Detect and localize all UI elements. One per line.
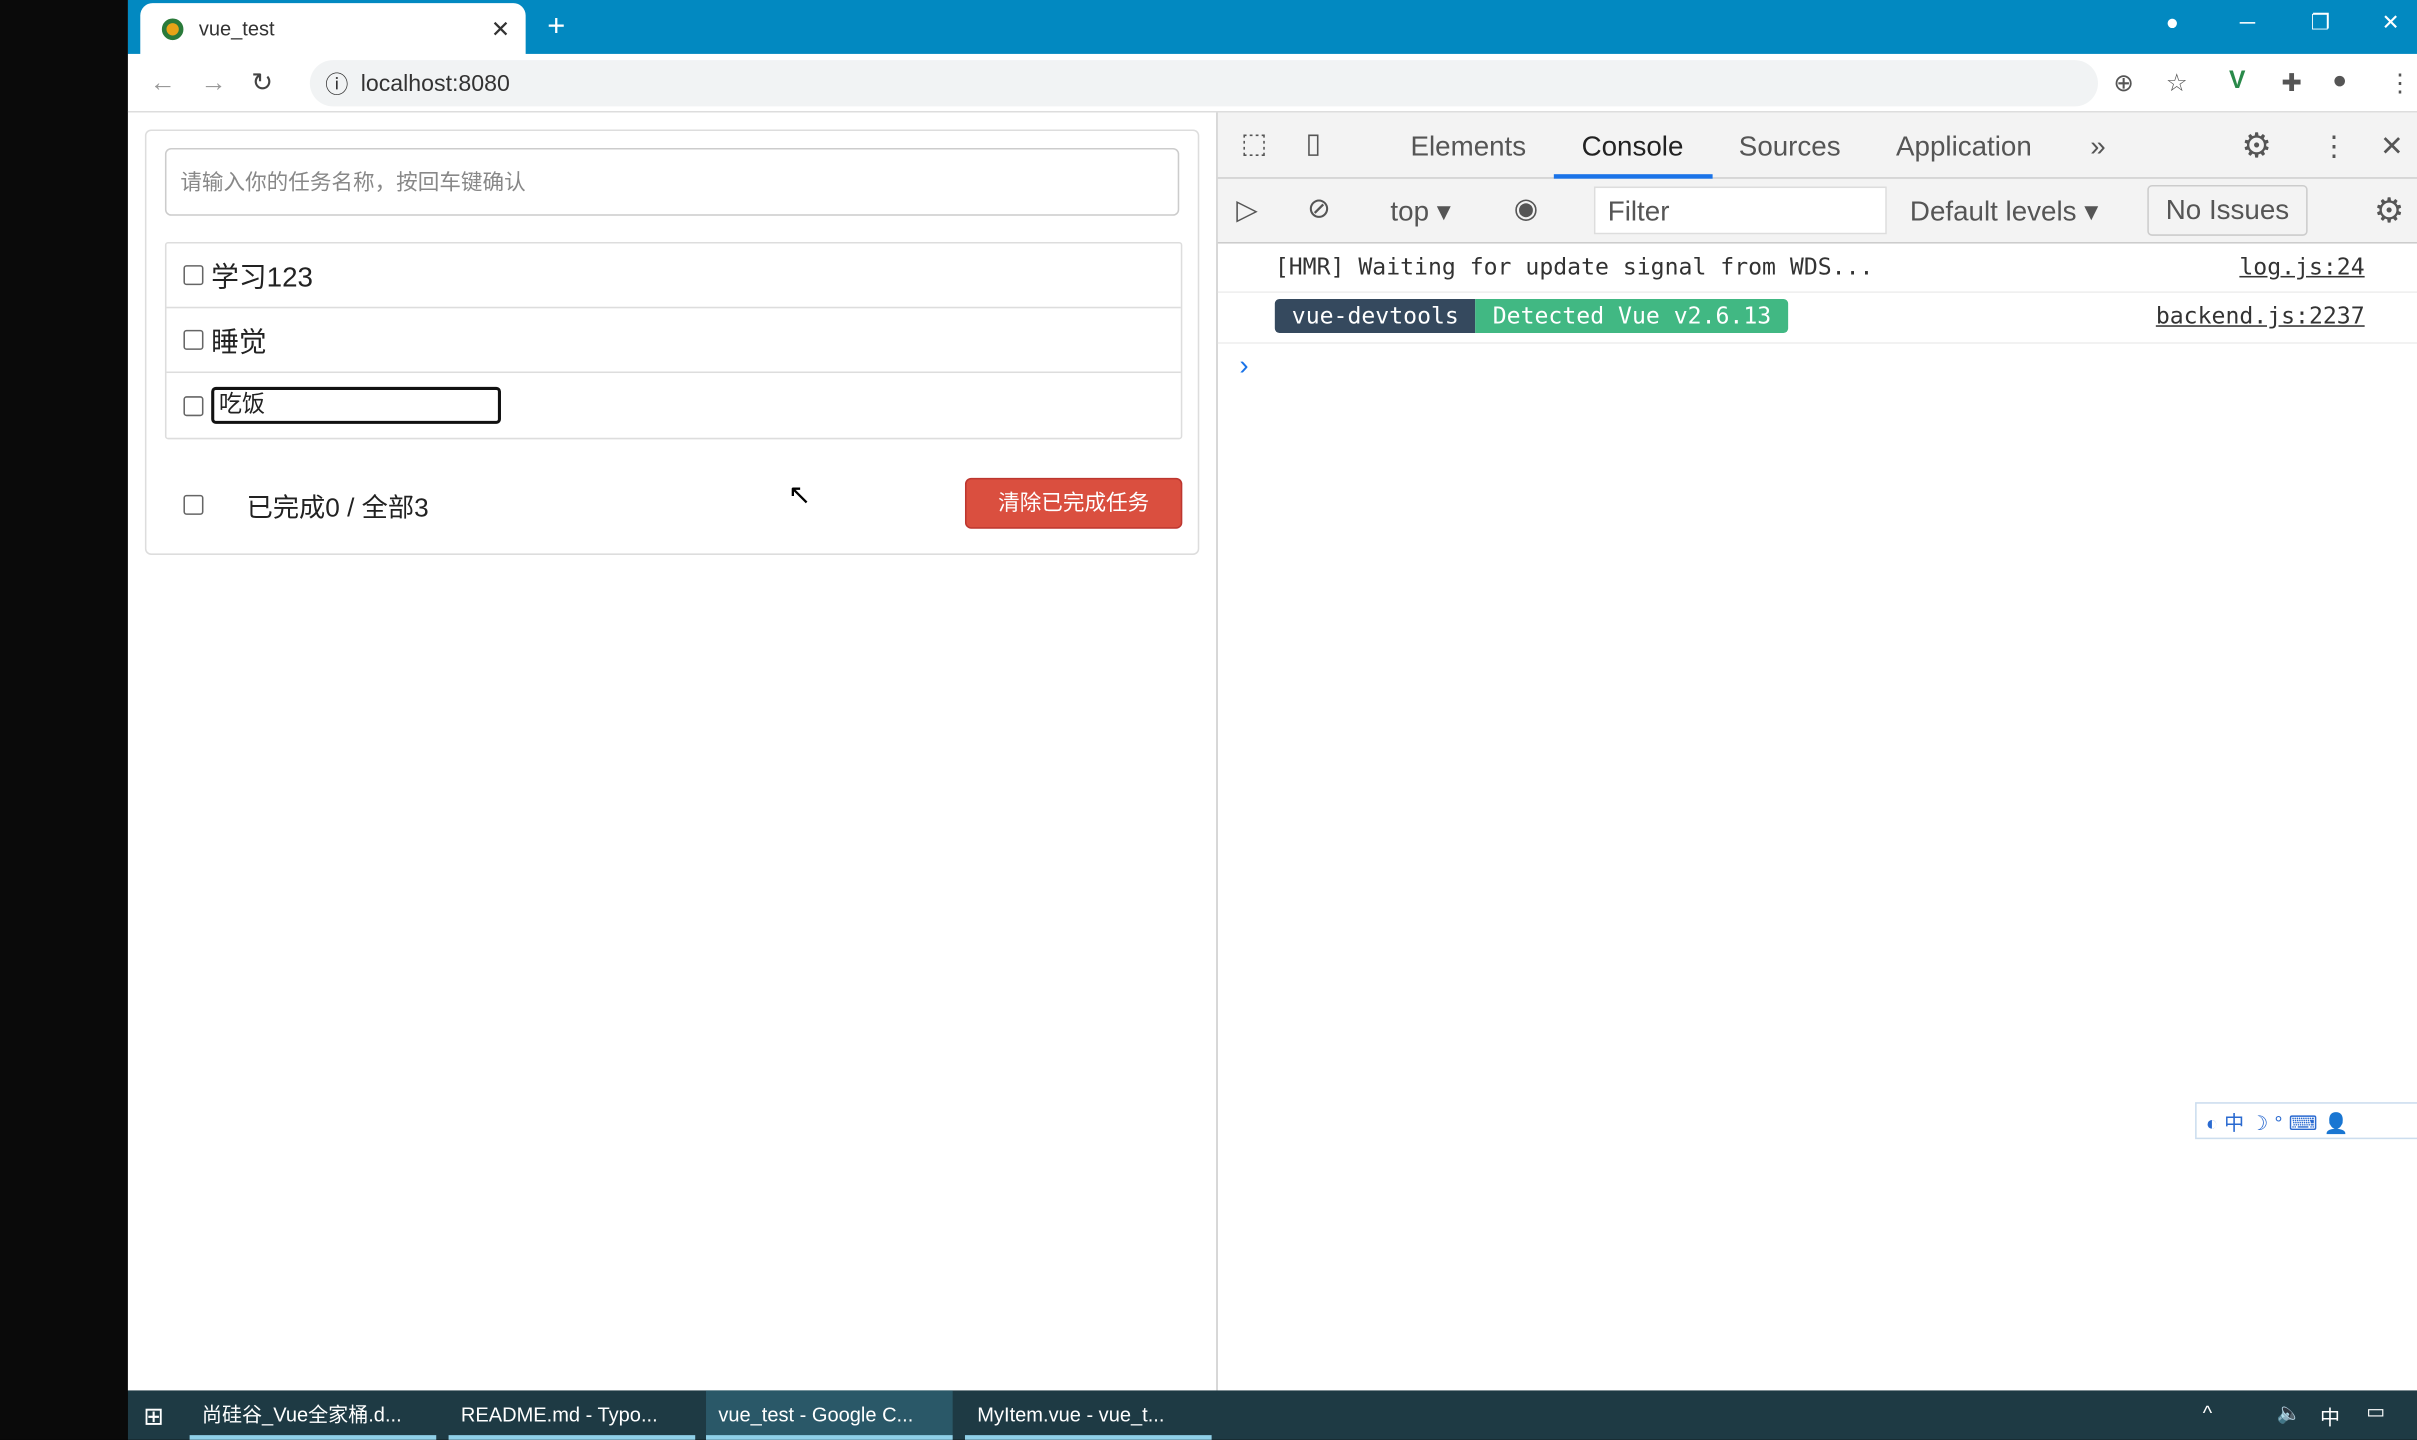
todo-checkbox[interactable] bbox=[183, 395, 204, 416]
volume-icon[interactable]: 🔈 bbox=[2277, 1401, 2302, 1426]
windows-taskbar: ⊞ 尚硅谷_Vue全家桶.d... README.md - Typo... vu… bbox=[127, 1390, 2417, 1440]
profile-dropdown-icon[interactable]: ● bbox=[2166, 9, 2179, 34]
log-levels-dropdown[interactable]: Default levels ▾ bbox=[1910, 196, 2098, 228]
profile-avatar-icon[interactable]: ● bbox=[2332, 68, 2347, 96]
browser-window: vue_test ✕ + ● ─ ❐ ✕ ← → ↻ ⓘ localhost:8… bbox=[127, 0, 2417, 1391]
tab-strip: vue_test ✕ + ● ─ ❐ ✕ bbox=[127, 0, 2417, 54]
message-text: [HMR] Waiting for update signal from WDS… bbox=[1274, 252, 1874, 281]
todo-item: 吃饭 bbox=[166, 373, 1180, 438]
devtools-menu-icon[interactable]: ⋮ bbox=[2320, 131, 2348, 163]
taskbar-label: vue_test - Google C... bbox=[718, 1402, 914, 1426]
console-settings-gear-icon[interactable]: ⚙ bbox=[2374, 191, 2404, 231]
devtools-tabs: ⬚ ▯ Elements Console Sources Application… bbox=[1217, 112, 2417, 179]
taskbar-label: 尚硅谷_Vue全家桶.d... bbox=[201, 1402, 402, 1426]
back-icon[interactable]: ← bbox=[150, 68, 176, 99]
console-filter-input[interactable]: Filter bbox=[1593, 186, 1887, 235]
console-message: vue-devtools Detected Vue v2.6.13 backend… bbox=[1217, 293, 2417, 344]
clear-console-icon[interactable]: ⊘ bbox=[1307, 193, 1330, 225]
toolbar: ← → ↻ ⓘ localhost:8080 ⊕ ☆ V ✚ ● ⋮ bbox=[127, 53, 2417, 113]
context-value: top bbox=[1390, 195, 1430, 227]
vue-version-badge: Detected Vue v2.6.13 bbox=[1475, 299, 1789, 333]
todo-item: 睡觉 bbox=[166, 308, 1181, 374]
completion-summary: 已完成0 / 全部3 bbox=[246, 492, 429, 522]
tab-title: vue_test bbox=[198, 16, 275, 41]
todo-title: 学习123 bbox=[211, 261, 313, 293]
close-tab-icon[interactable]: ✕ bbox=[491, 15, 510, 43]
todo-footer: 已完成0 / 全部3 清除已完成任务 bbox=[165, 473, 1183, 535]
notification-icon[interactable]: ▭ bbox=[2366, 1400, 2385, 1425]
forward-icon[interactable]: → bbox=[200, 68, 226, 99]
todo-checkbox[interactable] bbox=[183, 265, 204, 286]
tab-sources[interactable]: Sources bbox=[1739, 131, 1841, 163]
taskbar-item-word[interactable]: 尚硅谷_Vue全家桶.d... bbox=[189, 1390, 437, 1440]
taskbar-item-vscode[interactable]: MyItem.vue - vue_t... bbox=[964, 1390, 1212, 1440]
todo-title: 睡觉 bbox=[211, 326, 267, 357]
console-toolbar: ▷ ⊘ top ▾ ◉ Filter Default levels ▾ No I… bbox=[1217, 178, 2417, 244]
url-text: localhost:8080 bbox=[360, 70, 510, 97]
source-link[interactable]: backend.js:2237 bbox=[2156, 302, 2365, 330]
devtools-panel: ⬚ ▯ Elements Console Sources Application… bbox=[1216, 112, 2417, 1391]
ime-toolbar[interactable]: ◐中☽°⌨👤 bbox=[2195, 1102, 2417, 1140]
browser-tab[interactable]: vue_test ✕ bbox=[140, 3, 526, 54]
close-window-button[interactable]: ✕ bbox=[2382, 9, 2400, 35]
todo-item: 学习123 bbox=[166, 244, 1181, 309]
bookmark-star-icon[interactable]: ☆ bbox=[2166, 68, 2188, 99]
more-tabs-icon[interactable]: » bbox=[2090, 131, 2105, 163]
taskbar-label: MyItem.vue - vue_t... bbox=[977, 1402, 1165, 1426]
new-task-input[interactable]: 请输入你的任务名称，按回车键确认 bbox=[164, 147, 1180, 216]
zoom-icon[interactable]: ⊕ bbox=[2113, 68, 2134, 99]
settings-gear-icon[interactable]: ⚙ bbox=[2241, 126, 2271, 166]
device-toolbar-icon[interactable]: ▯ bbox=[1306, 128, 1321, 160]
extensions-icon[interactable]: ✚ bbox=[2281, 68, 2302, 99]
tab-application[interactable]: Application bbox=[1896, 131, 2032, 163]
context-selector[interactable]: top ▾ bbox=[1390, 196, 1450, 228]
ime-indicator-icon[interactable]: 中 bbox=[2320, 1401, 2340, 1430]
select-all-checkbox[interactable] bbox=[183, 494, 204, 515]
windows-start-icon[interactable]: ⊞ bbox=[143, 1401, 164, 1432]
inspect-element-icon[interactable]: ⬚ bbox=[1241, 128, 1267, 160]
vue-devtools-badge: vue-devtools bbox=[1274, 299, 1476, 333]
taskbar-item-chrome[interactable]: vue_test - Google C... bbox=[706, 1390, 953, 1440]
clear-completed-button[interactable]: 清除已完成任务 bbox=[964, 477, 1183, 529]
taskbar-item-typora[interactable]: README.md - Typo... bbox=[448, 1390, 696, 1440]
console-message: [HMR] Waiting for update signal from WDS… bbox=[1217, 244, 2417, 293]
console-prompt[interactable]: › bbox=[1239, 350, 1248, 382]
minimize-button[interactable]: ─ bbox=[2240, 9, 2255, 34]
todo-edit-input[interactable]: 吃饭 bbox=[211, 386, 501, 424]
reload-icon[interactable]: ↻ bbox=[251, 68, 273, 99]
vue-devtools-extension-icon[interactable]: V bbox=[2229, 68, 2245, 96]
source-link[interactable]: log.js:24 bbox=[2239, 253, 2364, 281]
vue-favicon-icon bbox=[161, 17, 184, 40]
sidebar-toggle-icon[interactable]: ▷ bbox=[1236, 194, 1257, 226]
tray-chevron-icon[interactable]: ^ bbox=[2203, 1401, 2212, 1424]
tab-elements[interactable]: Elements bbox=[1410, 131, 1526, 163]
todo-container: 请输入你的任务名称，按回车键确认 学习123 睡觉 吃饭 已完成0 / 全部3 bbox=[144, 129, 1200, 555]
page-content: 请输入你的任务名称，按回车键确认 学习123 睡觉 吃饭 已完成0 / 全部3 bbox=[127, 112, 1217, 1391]
todo-checkbox[interactable] bbox=[183, 329, 204, 350]
levels-value: Default levels bbox=[1909, 195, 2077, 227]
mouse-cursor-icon: ↖ bbox=[787, 479, 811, 511]
info-icon: ⓘ bbox=[325, 71, 349, 98]
menu-icon[interactable]: ⋮ bbox=[2388, 68, 2413, 99]
restore-button[interactable]: ❐ bbox=[2311, 9, 2330, 35]
close-devtools-icon[interactable]: ✕ bbox=[2380, 131, 2403, 163]
issues-button[interactable]: No Issues bbox=[2147, 184, 2308, 236]
taskbar-label: README.md - Typo... bbox=[460, 1402, 658, 1426]
tab-console[interactable]: Console bbox=[1582, 131, 1684, 163]
todo-list: 学习123 睡觉 吃饭 bbox=[164, 242, 1183, 440]
live-expression-eye-icon[interactable]: ◉ bbox=[1514, 193, 1538, 225]
address-bar[interactable]: ⓘ localhost:8080 bbox=[309, 60, 2098, 107]
new-tab-button[interactable]: + bbox=[547, 9, 565, 44]
